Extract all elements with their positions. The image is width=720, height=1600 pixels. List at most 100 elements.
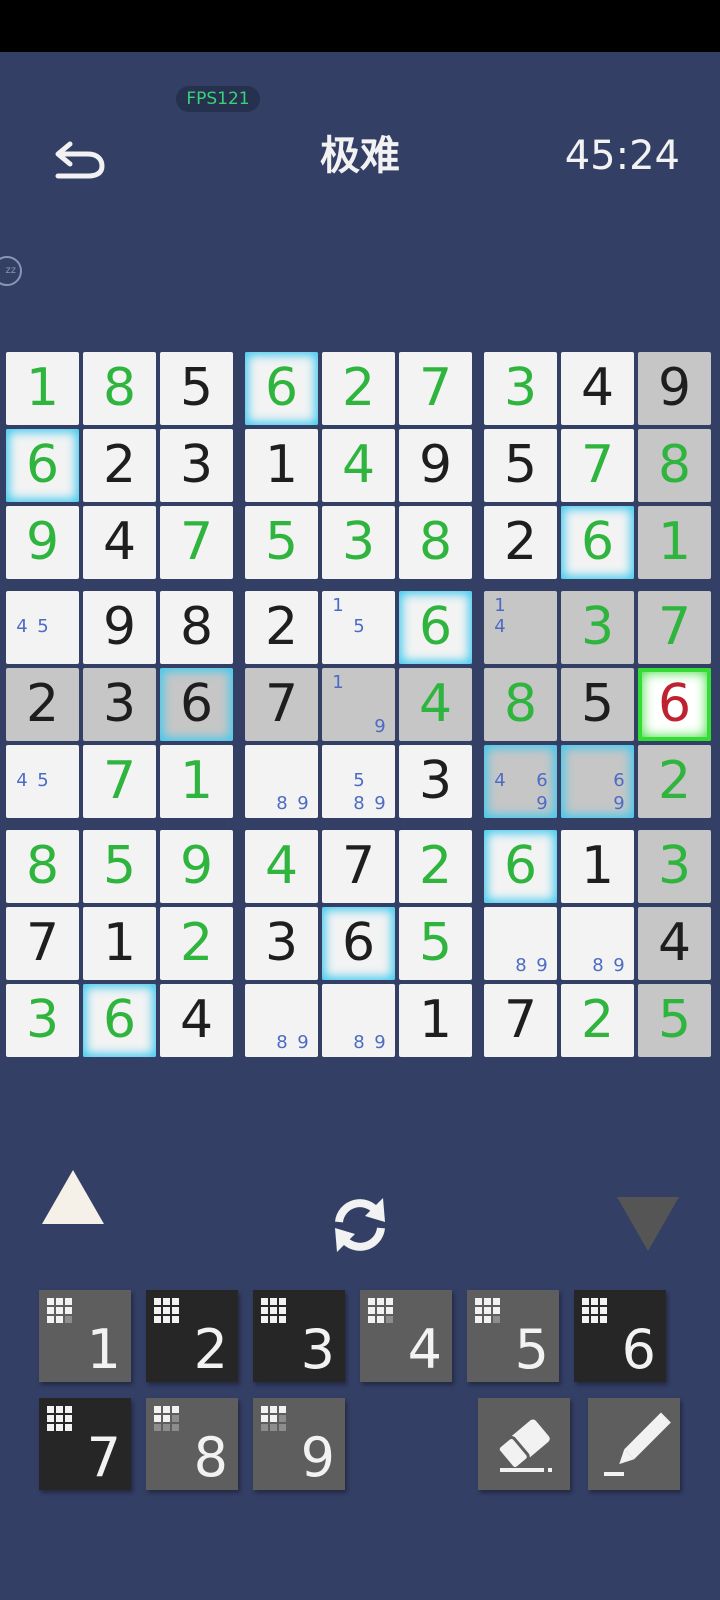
sudoku-cell[interactable]: 7 xyxy=(561,429,634,502)
sudoku-cell[interactable]: 3 xyxy=(160,429,233,502)
sudoku-cell[interactable]: 2 xyxy=(399,830,472,903)
sudoku-cell[interactable]: 8 xyxy=(160,591,233,664)
sudoku-cell[interactable]: 6 xyxy=(484,830,557,903)
swap-button[interactable] xyxy=(325,1190,395,1260)
sudoku-cell[interactable]: 1 xyxy=(245,429,318,502)
number-key-8[interactable]: 8 xyxy=(146,1398,238,1490)
sudoku-cell[interactable]: 5 xyxy=(245,506,318,579)
sudoku-cell[interactable]: 3 xyxy=(484,352,557,425)
sudoku-cell[interactable]: 5 xyxy=(561,668,634,741)
sudoku-cell[interactable]: 4 xyxy=(561,352,634,425)
number-key-4[interactable]: 4 xyxy=(360,1290,452,1382)
sudoku-cell[interactable]: 1 xyxy=(399,984,472,1057)
sudoku-cell[interactable]: 89 xyxy=(484,907,557,980)
sudoku-cell[interactable]: 2 xyxy=(638,745,711,818)
sudoku-cell[interactable]: 89 xyxy=(322,984,395,1057)
sudoku-cell[interactable]: 6 xyxy=(83,984,156,1057)
sudoku-cell[interactable]: 1 xyxy=(160,745,233,818)
sudoku-cell[interactable]: 6 xyxy=(245,352,318,425)
sudoku-cell[interactable]: 9 xyxy=(638,352,711,425)
sudoku-cell[interactable]: 6 xyxy=(160,668,233,741)
sudoku-cell[interactable]: 5 xyxy=(83,830,156,903)
number-key-5[interactable]: 5 xyxy=(467,1290,559,1382)
sudoku-cell[interactable]: 7 xyxy=(6,907,79,980)
sudoku-cell[interactable]: 589 xyxy=(322,745,395,818)
sudoku-cell[interactable]: 2 xyxy=(245,591,318,664)
sudoku-cell[interactable]: 6 xyxy=(399,591,472,664)
sudoku-cell[interactable]: 7 xyxy=(484,984,557,1057)
sudoku-cell[interactable]: 14 xyxy=(484,591,557,664)
sudoku-cell[interactable]: 4 69 xyxy=(484,745,557,818)
sudoku-cell[interactable]: 3 xyxy=(561,591,634,664)
sudoku-cell[interactable]: 7 xyxy=(83,745,156,818)
sudoku-cell[interactable]: 5 xyxy=(399,907,472,980)
pencil-button[interactable] xyxy=(588,1398,680,1490)
cell-value: 9 xyxy=(418,435,453,495)
number-key-6[interactable]: 6 xyxy=(574,1290,666,1382)
sudoku-cell[interactable]: 4 xyxy=(399,668,472,741)
sudoku-cell[interactable]: 6 xyxy=(6,429,79,502)
sudoku-cell[interactable]: 6 xyxy=(561,506,634,579)
sudoku-cell[interactable]: 8 xyxy=(484,668,557,741)
erase-button[interactable] xyxy=(478,1398,570,1490)
sudoku-cell[interactable]: 9 xyxy=(83,591,156,664)
sudoku-cell[interactable]: 7 xyxy=(160,506,233,579)
sudoku-cell[interactable]: 4 xyxy=(638,907,711,980)
sudoku-cell[interactable]: 9 xyxy=(399,429,472,502)
number-key-7[interactable]: 7 xyxy=(39,1398,131,1490)
sudoku-cell[interactable]: 2 xyxy=(322,352,395,425)
sudoku-cell[interactable]: 7 xyxy=(399,352,472,425)
sudoku-cell[interactable]: 3 xyxy=(399,745,472,818)
sudoku-cell[interactable]: 4 xyxy=(322,429,395,502)
sudoku-cell[interactable]: 8 xyxy=(83,352,156,425)
sudoku-cell[interactable]: 5 xyxy=(160,352,233,425)
sudoku-cell[interactable]: 15 xyxy=(322,591,395,664)
scroll-down-button[interactable] xyxy=(615,1195,681,1253)
sudoku-cell[interactable]: 69 xyxy=(561,745,634,818)
sudoku-cell[interactable]: 3 xyxy=(322,506,395,579)
sudoku-cell[interactable]: 1 xyxy=(638,506,711,579)
sudoku-cell[interactable]: 7 xyxy=(245,668,318,741)
sudoku-cell[interactable]: 6 xyxy=(638,668,711,741)
sudoku-cell[interactable]: 1 xyxy=(83,907,156,980)
number-key-3[interactable]: 3 xyxy=(253,1290,345,1382)
sudoku-cell[interactable]: 89 xyxy=(245,984,318,1057)
sudoku-cell[interactable]: 3 xyxy=(245,907,318,980)
sudoku-cell[interactable]: 3 xyxy=(638,830,711,903)
sudoku-cell[interactable]: 2 xyxy=(83,429,156,502)
sudoku-cell[interactable]: 2 xyxy=(160,907,233,980)
number-key-9[interactable]: 9 xyxy=(253,1398,345,1490)
sudoku-cell[interactable]: 9 xyxy=(160,830,233,903)
sudoku-cell[interactable]: 3 xyxy=(83,668,156,741)
sudoku-cell[interactable]: 1 xyxy=(6,352,79,425)
sudoku-cell[interactable]: 89 xyxy=(245,745,318,818)
sudoku-cell[interactable]: 89 xyxy=(561,907,634,980)
number-key-1[interactable]: 1 xyxy=(39,1290,131,1382)
sudoku-cell[interactable]: 1 xyxy=(561,830,634,903)
sudoku-cell[interactable]: 5 xyxy=(484,429,557,502)
sudoku-cell[interactable]: 9 xyxy=(6,506,79,579)
sudoku-cell[interactable]: 4 xyxy=(160,984,233,1057)
sudoku-cell[interactable]: 45 xyxy=(6,745,79,818)
sudoku-cell[interactable]: 4 xyxy=(83,506,156,579)
sudoku-cell[interactable]: 8 xyxy=(399,506,472,579)
sudoku-cell[interactable]: 2 xyxy=(6,668,79,741)
number-key-2[interactable]: 2 xyxy=(146,1290,238,1382)
sudoku-cell[interactable]: 2 xyxy=(561,984,634,1057)
sudoku-cell[interactable]: 6 xyxy=(322,907,395,980)
sudoku-cell[interactable]: 5 xyxy=(638,984,711,1057)
sudoku-cell[interactable]: 3 xyxy=(6,984,79,1057)
pencil-note: 5 xyxy=(353,616,365,637)
sudoku-cell[interactable]: 19 xyxy=(322,668,395,741)
sudoku-cell[interactable]: 2 xyxy=(484,506,557,579)
sudoku-cell[interactable]: 8 xyxy=(638,429,711,502)
scroll-up-button[interactable] xyxy=(40,1168,106,1226)
sudoku-cell[interactable]: 4 xyxy=(245,830,318,903)
sudoku-cell[interactable]: 7 xyxy=(322,830,395,903)
sudoku-cell[interactable]: 8 xyxy=(6,830,79,903)
back-button[interactable] xyxy=(50,134,110,188)
remaining-grid-icon xyxy=(47,1406,74,1433)
sudoku-cell[interactable]: 45 xyxy=(6,591,79,664)
undo-arrow-icon xyxy=(55,141,105,179)
sudoku-cell[interactable]: 7 xyxy=(638,591,711,664)
